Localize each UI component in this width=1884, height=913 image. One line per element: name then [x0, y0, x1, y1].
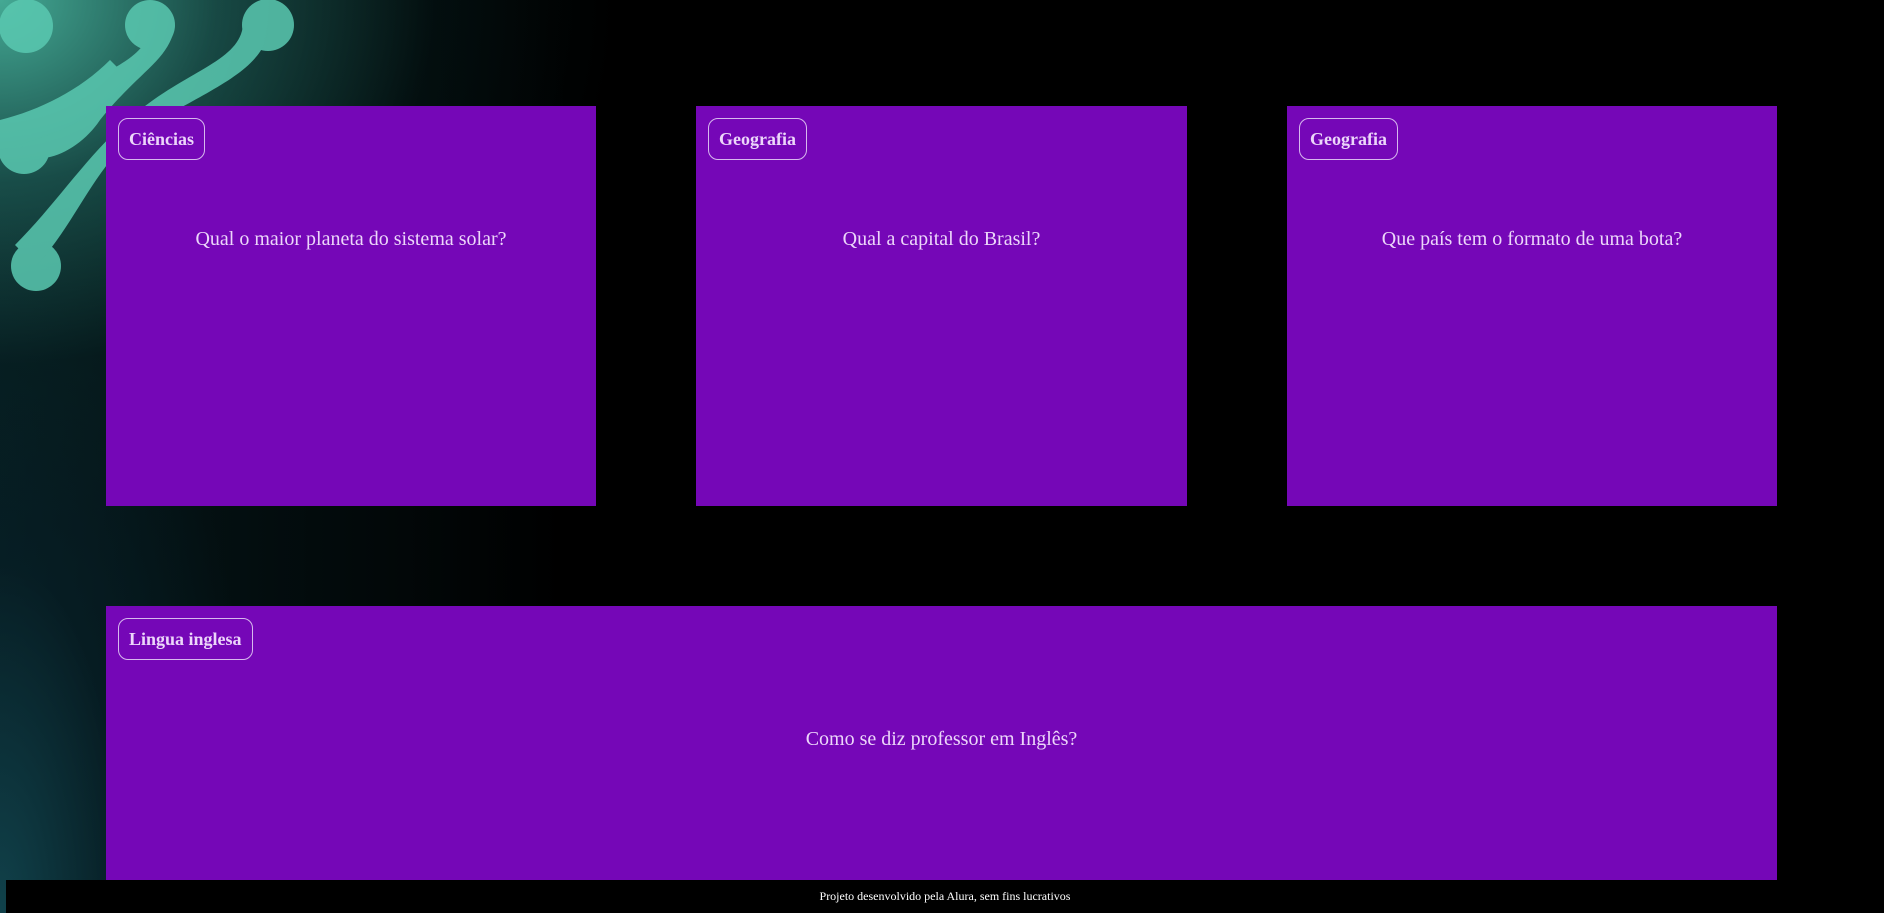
question-text: Qual a capital do Brasil? [842, 228, 1041, 250]
footer-text: Projeto desenvolvido pela Alura, sem fin… [819, 889, 1071, 903]
question-card[interactable]: Ciências Qual o maior planeta do sistema… [106, 106, 596, 506]
question-text: Qual o maior planeta do sistema solar? [195, 228, 507, 250]
question-card[interactable]: Geografia Qual a capital do Brasil? [696, 106, 1187, 506]
question-text: Como se diz professor em Inglês? [805, 728, 1078, 750]
page: Ciências Qual o maior planeta do sistema… [0, 0, 1884, 913]
question-card[interactable]: Geografia Que país tem o formato de uma … [1287, 106, 1777, 506]
category-tag: Lingua inglesa [118, 618, 253, 660]
question-text: Que país tem o formato de uma bota? [1381, 228, 1683, 250]
category-tag: Geografia [1299, 118, 1398, 160]
footer: Projeto desenvolvido pela Alura, sem fin… [6, 880, 1884, 913]
question-card[interactable]: Lingua inglesa Como se diz professor em … [106, 606, 1777, 880]
category-tag: Geografia [708, 118, 807, 160]
category-tag: Ciências [118, 118, 205, 160]
